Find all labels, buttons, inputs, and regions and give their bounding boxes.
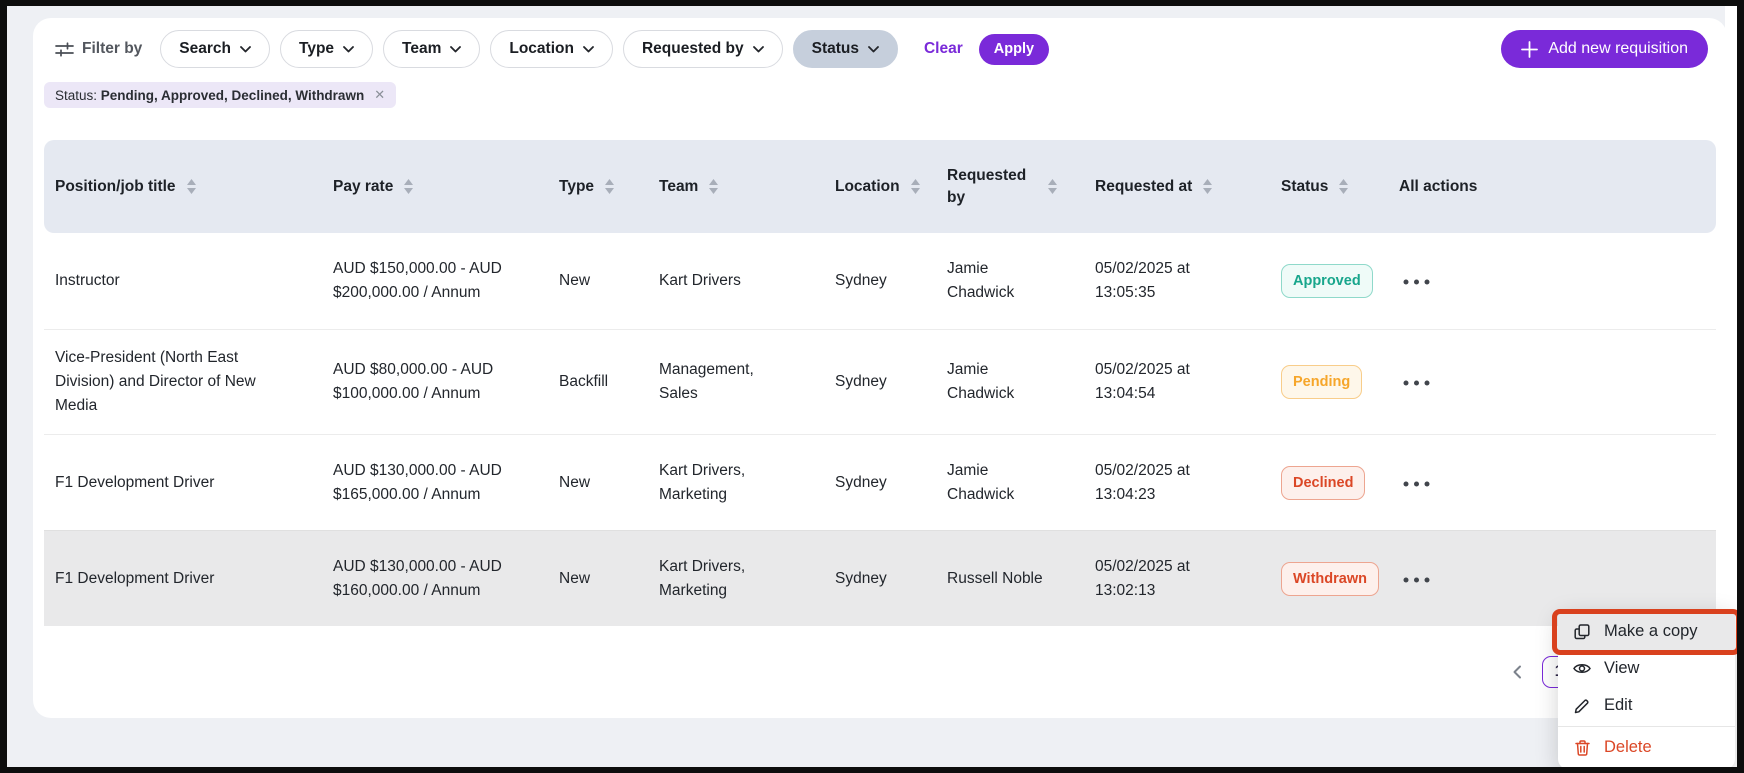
table-header: Position/job title Pay rate Type Team Lo: [44, 140, 1716, 233]
add-new-requisition-button[interactable]: Add new requisition: [1501, 30, 1708, 68]
cell-location: Sydney: [835, 567, 947, 591]
copy-icon: [1573, 624, 1591, 640]
column-header-pay[interactable]: Pay rate: [333, 176, 559, 198]
filter-bar: Filter by Search Type Team Location: [44, 29, 1716, 69]
cell-position: F1 Development Driver: [55, 471, 293, 495]
requisitions-panel: Filter by Search Type Team Location: [33, 18, 1727, 718]
cell-pay-rate: AUD $130,000.00 - AUD $165,000.00 / Annu…: [333, 459, 543, 507]
sort-icon[interactable]: [403, 178, 414, 195]
status-badge: Declined: [1281, 466, 1365, 500]
column-header-reqat[interactable]: Requested at: [1095, 176, 1281, 198]
sort-icon[interactable]: [1338, 178, 1349, 195]
column-header-type[interactable]: Type: [559, 176, 659, 198]
cell-team: Management, Sales: [659, 358, 777, 406]
cell-type: New: [559, 269, 659, 293]
cell-team: Kart Drivers: [659, 269, 777, 293]
chevron-down-icon: [450, 46, 461, 53]
cell-location: Sydney: [835, 471, 947, 495]
chevron-down-icon: [583, 46, 594, 53]
cell-requested-at: 05/02/2025 at 13:05:35: [1095, 257, 1227, 305]
cell-pay-rate: AUD $80,000.00 - AUD $100,000.00 / Annum: [333, 358, 543, 406]
row-actions-ellipsis-icon[interactable]: [1399, 475, 1434, 493]
column-header-team[interactable]: Team: [659, 176, 835, 198]
column-header-reqby[interactable]: Requested by: [947, 165, 1095, 208]
table-row: Instructor AUD $150,000.00 - AUD $200,00…: [44, 233, 1716, 329]
menu-item-make-a-copy[interactable]: Make a copy: [1558, 613, 1735, 650]
clear-filters-link[interactable]: Clear: [924, 40, 963, 58]
active-filters-row: Status: Pending, Approved, Declined, Wit…: [44, 82, 1716, 108]
cell-requested-by: Jamie Chadwick: [947, 257, 1047, 305]
cell-requested-by: Jamie Chadwick: [947, 459, 1047, 507]
column-header-location[interactable]: Location: [835, 176, 947, 198]
plus-icon: [1521, 41, 1538, 58]
requisitions-table: Position/job title Pay rate Type Team Lo: [44, 140, 1716, 626]
cell-location: Sydney: [835, 370, 947, 394]
table-body: Instructor AUD $150,000.00 - AUD $200,00…: [44, 233, 1716, 626]
chevron-left-icon[interactable]: [1508, 661, 1526, 683]
row-actions-ellipsis-icon[interactable]: [1399, 273, 1434, 291]
table-row: Vice-President (North East Division) and…: [44, 329, 1716, 434]
app-page: Filter by Search Type Team Location: [7, 6, 1737, 767]
pagination: 1: [44, 656, 1716, 688]
filter-pill-team[interactable]: Team: [383, 30, 480, 68]
cell-type: New: [559, 471, 659, 495]
chevron-down-icon: [240, 46, 251, 53]
cell-requested-by: Russell Noble: [947, 567, 1047, 591]
cell-requested-by: Jamie Chadwick: [947, 358, 1047, 406]
menu-item-view[interactable]: View: [1558, 650, 1735, 687]
cell-pay-rate: AUD $150,000.00 - AUD $200,000.00 / Annu…: [333, 257, 543, 305]
cell-requested-at: 05/02/2025 at 13:02:13: [1095, 555, 1227, 603]
chevron-down-icon: [753, 46, 764, 53]
cell-position: Vice-President (North East Division) and…: [55, 346, 293, 418]
status-badge: Pending: [1281, 365, 1362, 399]
column-header-position[interactable]: Position/job title: [55, 176, 333, 198]
table-row: F1 Development Driver AUD $130,000.00 - …: [44, 530, 1716, 626]
apply-filters-button[interactable]: Apply: [979, 34, 1049, 65]
cell-location: Sydney: [835, 269, 947, 293]
chevron-down-icon: [343, 46, 354, 53]
row-actions-ellipsis-icon[interactable]: [1399, 571, 1434, 589]
sort-icon[interactable]: [910, 178, 921, 195]
cell-pay-rate: AUD $130,000.00 - AUD $160,000.00 / Annu…: [333, 555, 543, 603]
cell-team: Kart Drivers, Marketing: [659, 555, 777, 603]
cell-position: Instructor: [55, 269, 293, 293]
filter-by-label: Filter by: [55, 40, 142, 58]
sort-icon[interactable]: [604, 178, 615, 195]
eye-icon: [1573, 662, 1591, 675]
chevron-down-icon: [868, 46, 879, 53]
cell-team: Kart Drivers, Marketing: [659, 459, 777, 507]
trash-icon: [1573, 740, 1591, 756]
table-row: F1 Development Driver AUD $130,000.00 - …: [44, 434, 1716, 530]
row-actions-ellipsis-icon[interactable]: [1399, 374, 1434, 392]
row-actions-context-menu: Make a copy View Edit Delete: [1558, 610, 1735, 767]
sliders-icon: [55, 42, 74, 57]
filter-pill-search[interactable]: Search: [160, 30, 270, 68]
filter-pill-location[interactable]: Location: [490, 30, 613, 68]
menu-item-edit[interactable]: Edit: [1558, 687, 1735, 724]
filter-pills: Search Type Team Location Requested by: [160, 30, 898, 68]
cell-type: Backfill: [559, 370, 659, 394]
filter-pill-status[interactable]: Status: [793, 30, 898, 68]
column-header-actions: All actions: [1399, 176, 1705, 198]
menu-separator: [1558, 726, 1735, 727]
cell-type: New: [559, 567, 659, 591]
cell-requested-at: 05/02/2025 at 13:04:23: [1095, 459, 1227, 507]
sort-icon[interactable]: [708, 178, 719, 195]
chip-values: Pending, Approved, Declined, Withdrawn: [101, 88, 364, 103]
status-badge: Approved: [1281, 264, 1373, 298]
status-filter-chip: Status: Pending, Approved, Declined, Wit…: [44, 82, 396, 108]
column-header-status[interactable]: Status: [1281, 176, 1399, 198]
filter-pill-requested-by[interactable]: Requested by: [623, 30, 783, 68]
status-badge: Withdrawn: [1281, 562, 1379, 596]
chip-prefix: Status:: [55, 88, 97, 103]
sort-icon[interactable]: [1202, 178, 1213, 195]
menu-item-delete[interactable]: Delete: [1558, 729, 1735, 766]
filter-pill-type[interactable]: Type: [280, 30, 373, 68]
cell-requested-at: 05/02/2025 at 13:04:54: [1095, 358, 1227, 406]
sort-icon[interactable]: [1047, 178, 1058, 195]
sort-icon[interactable]: [186, 178, 197, 195]
close-icon[interactable]: ✕: [374, 87, 385, 103]
pencil-icon: [1573, 698, 1591, 714]
cell-position: F1 Development Driver: [55, 567, 293, 591]
